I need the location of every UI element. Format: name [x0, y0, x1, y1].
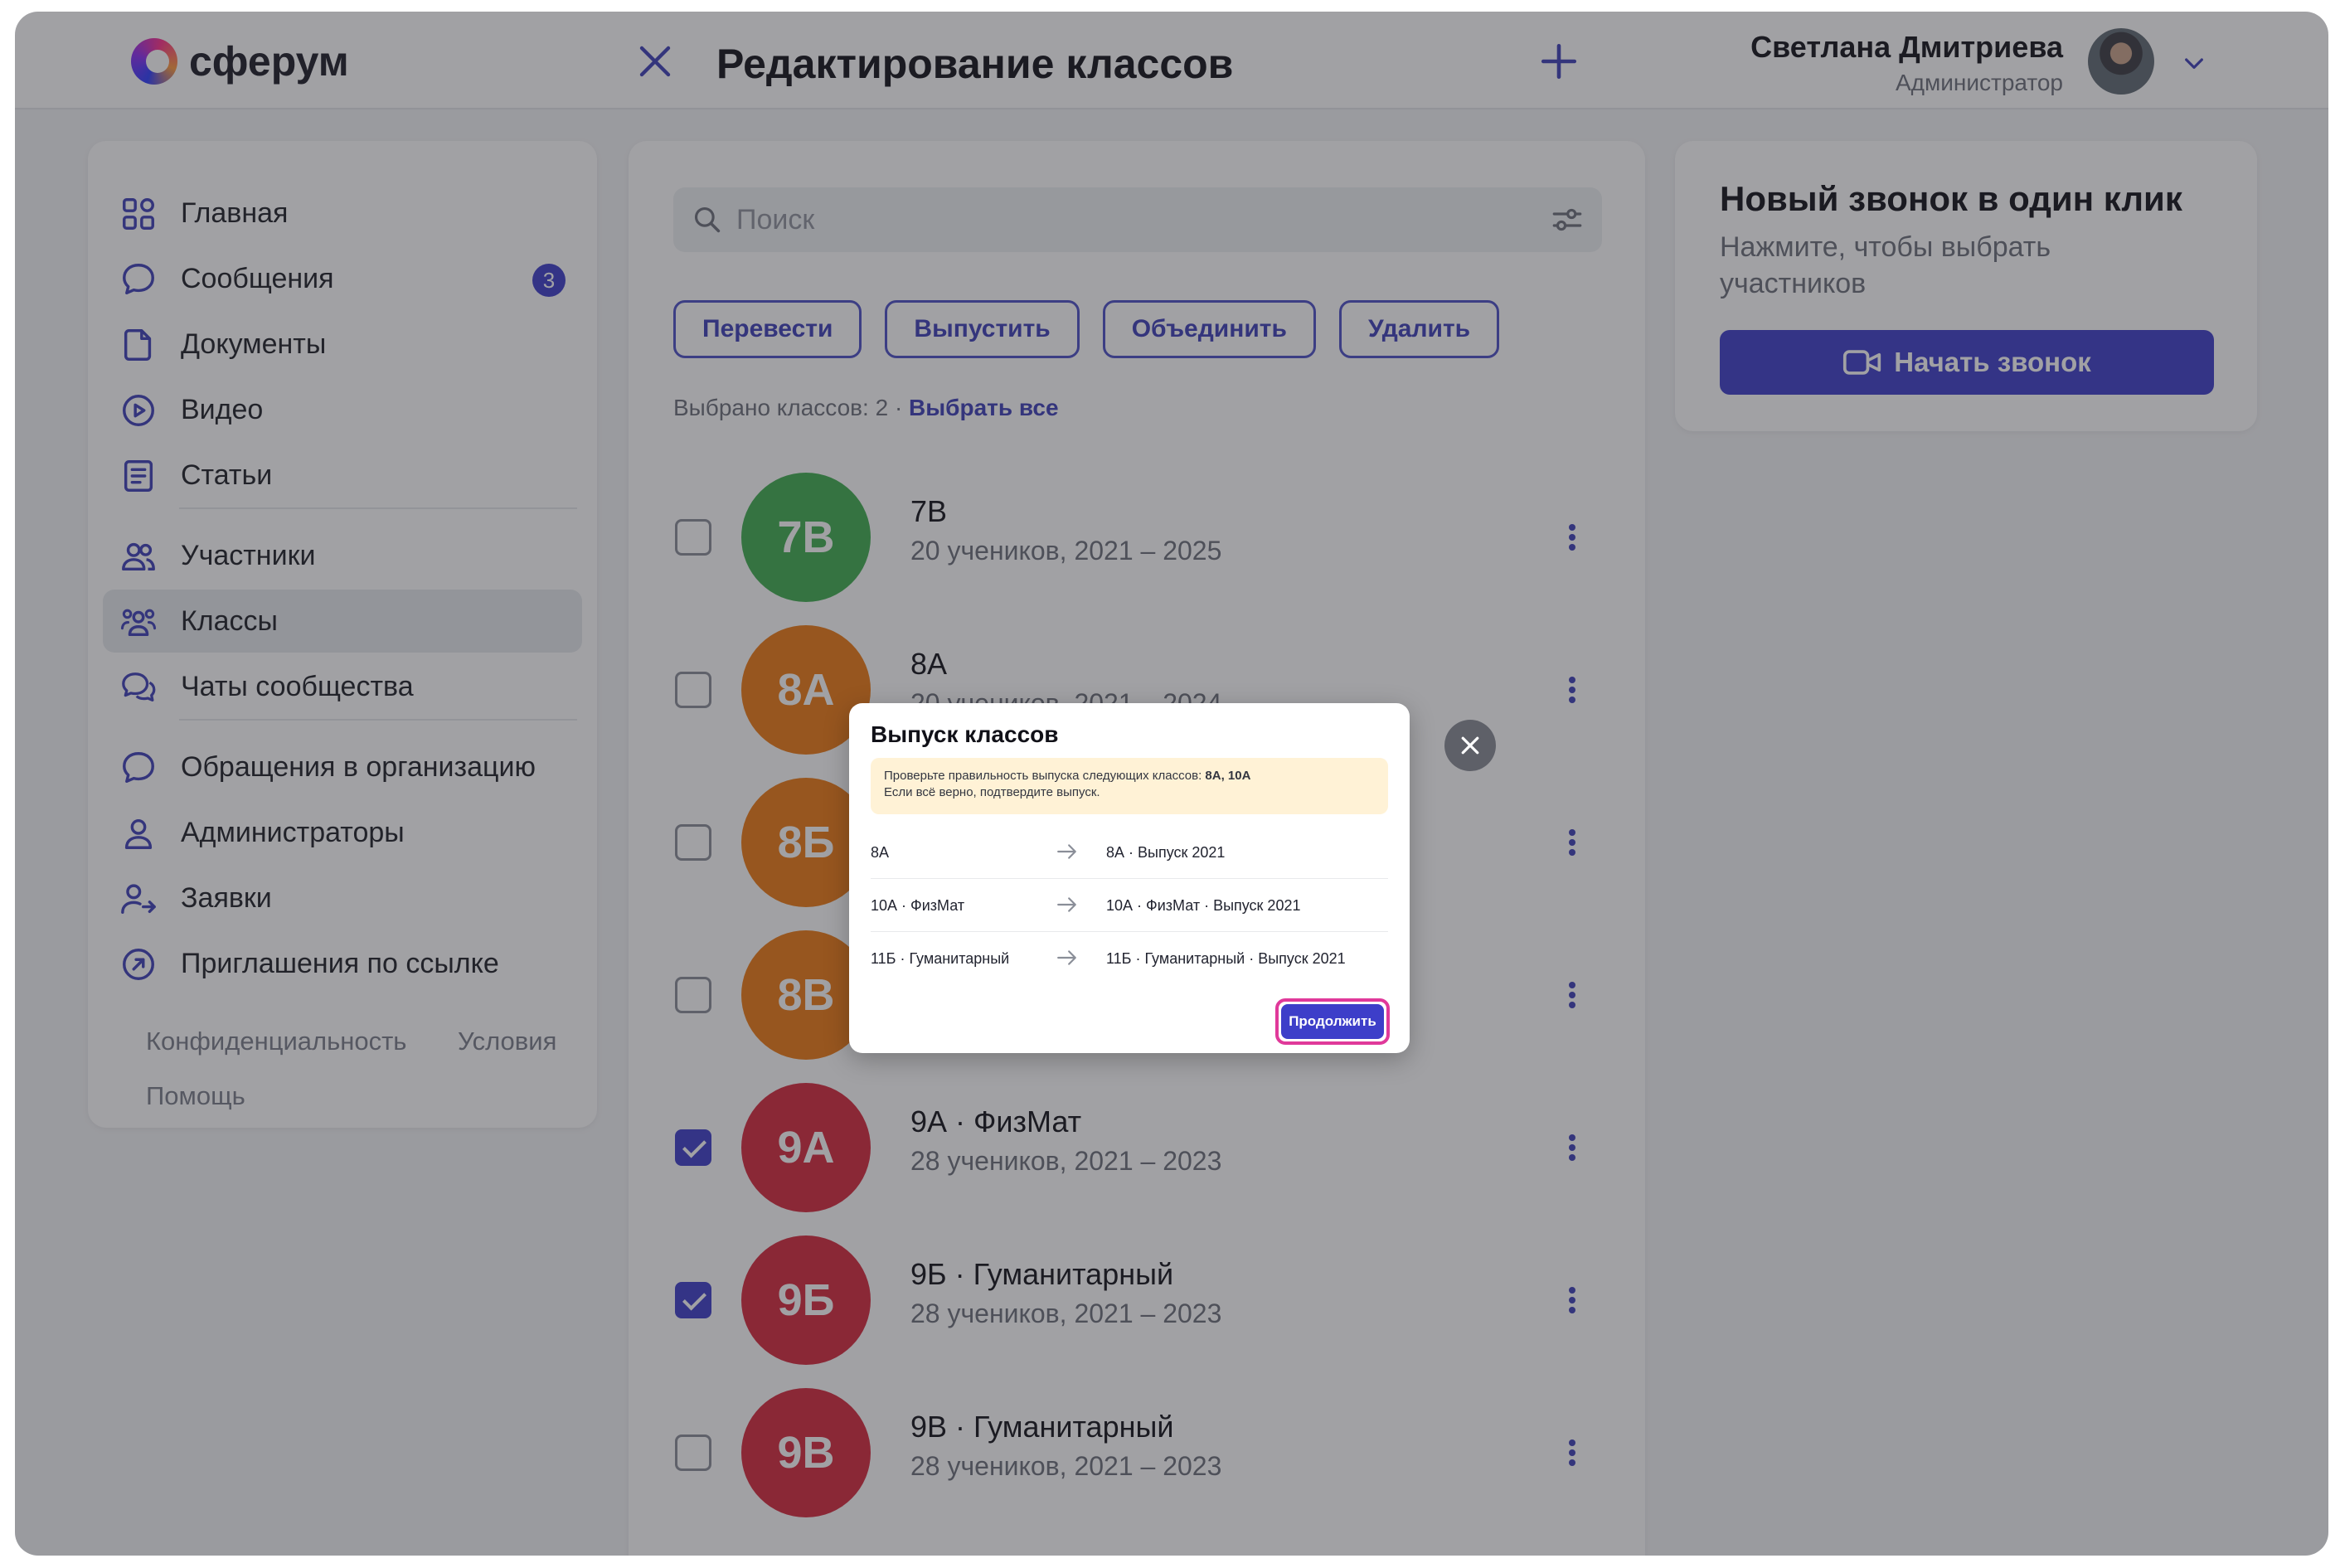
note-text-2: Если всё верно, подтвердите выпуск.: [884, 785, 1100, 799]
graduation-row: 8А 8А · Выпуск 2021: [871, 826, 1388, 879]
dialog-title: Выпуск классов: [871, 721, 1059, 747]
class-to: 8А · Выпуск 2021: [1106, 844, 1226, 861]
graduation-dialog: Выпуск классов Проверьте правильность вы…: [849, 703, 1410, 1053]
note-classes: 8А, 10А: [1205, 769, 1251, 783]
class-from: 11Б · Гуманитарный: [871, 950, 1010, 967]
continue-button[interactable]: Продолжить: [1281, 1004, 1384, 1039]
class-from: 10А · ФизМат: [871, 897, 965, 914]
graduation-row: 11Б · Гуманитарный 11Б · Гуманитарный · …: [871, 932, 1388, 985]
class-to: 11Б · Гуманитарный · Выпуск 2021: [1106, 950, 1346, 967]
close-dialog-icon[interactable]: [1444, 720, 1496, 771]
app-page: сферум Редактирование классов Светлана Д…: [15, 12, 2328, 1556]
graduation-row: 10А · ФизМат 10А · ФизМат · Выпуск 2021: [871, 879, 1388, 932]
class-to: 10А · ФизМат · Выпуск 2021: [1106, 897, 1301, 914]
arrow-right-icon: [1057, 844, 1076, 859]
class-from: 8А: [871, 844, 890, 861]
note-text: Проверьте правильность выпуска следующих…: [884, 769, 1206, 783]
dialog-warning-note: Проверьте правильность выпуска следующих…: [871, 758, 1388, 814]
arrow-right-icon: [1057, 897, 1076, 912]
arrow-right-icon: [1057, 950, 1076, 965]
screen-frame: сферум Редактирование классов Светлана Д…: [15, 12, 2328, 1556]
